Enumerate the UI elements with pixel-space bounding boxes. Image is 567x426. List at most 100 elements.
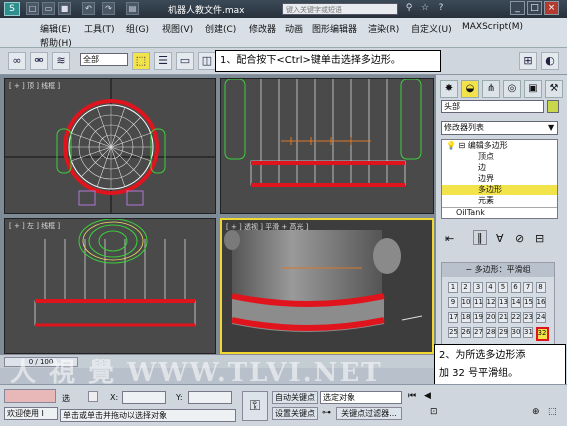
smoothing-group-button-19[interactable]: 19 [473, 312, 483, 323]
select-by-name-icon[interactable]: ☰ [154, 52, 172, 70]
maximize-button[interactable]: □ [527, 1, 542, 15]
stack-item-edge[interactable]: 边 [442, 163, 557, 173]
stack-item-element[interactable]: 元素 [442, 196, 557, 206]
x-coordinate-field[interactable] [122, 391, 166, 404]
menu-modifiers[interactable]: 修改器 [249, 22, 276, 35]
smoothing-group-button-9[interactable]: 9 [448, 297, 458, 308]
menu-create[interactable]: 创建(C) [205, 22, 236, 35]
smoothing-group-button-20[interactable]: 20 [485, 312, 496, 323]
smoothing-group-button-15[interactable]: 15 [523, 297, 533, 308]
smoothing-group-button-28[interactable]: 28 [485, 327, 496, 338]
smoothing-group-button-16[interactable]: 16 [535, 297, 546, 308]
smoothing-group-button-6[interactable]: 6 [510, 282, 521, 293]
smoothing-group-button-26[interactable]: 26 [460, 327, 471, 338]
viewport-front[interactable] [220, 78, 434, 214]
smoothing-group-button-29[interactable]: 29 [498, 327, 508, 338]
smoothing-group-button-13[interactable]: 13 [498, 297, 508, 308]
star-icon[interactable]: ☆ [418, 2, 432, 15]
smoothing-group-button-5[interactable]: 5 [498, 282, 508, 293]
maximize-viewport-icon[interactable]: ⬚ [548, 407, 560, 419]
select-object-icon[interactable]: ⬚ [132, 52, 150, 70]
smoothing-group-button-1[interactable]: 1 [448, 282, 458, 293]
remove-modifier-icon[interactable]: ⊘ [515, 232, 524, 245]
stack-item-vertex[interactable]: 顶点 [442, 152, 557, 162]
smoothing-group-button-11[interactable]: 11 [473, 297, 483, 308]
maxscript-listener[interactable] [4, 389, 56, 403]
hierarchy-tab-icon[interactable]: ⋔ [482, 80, 500, 98]
modifier-list-dropdown[interactable]: 修改器列表 [441, 121, 558, 135]
viewport-top[interactable]: [ + ] 顶 ] 线框 ] [4, 78, 216, 214]
smoothing-group-button-21[interactable]: 21 [498, 312, 508, 323]
unlink-icon[interactable]: ⚮ [30, 52, 48, 70]
rect-selection-icon[interactable]: ▭ [176, 52, 194, 70]
smoothing-group-button-18[interactable]: 18 [460, 312, 471, 323]
viewport-perspective[interactable]: [ + ] 透视 ] 平滑 + 高光 ] [220, 218, 434, 354]
make-unique-icon[interactable]: ∀ [496, 232, 504, 245]
minimize-button[interactable]: _ [510, 1, 525, 15]
smoothing-group-button-31[interactable]: 31 [523, 327, 533, 338]
stack-item-edit-poly[interactable]: 💡 ⊟ 编辑多边形 [442, 141, 557, 151]
smoothing-group-button-12[interactable]: 12 [485, 297, 496, 308]
material-editor-icon[interactable]: ◐ [541, 52, 559, 70]
selection-filter-dropdown[interactable]: 全部 [80, 53, 128, 66]
help-icon[interactable]: ? [434, 2, 448, 15]
project-folder-icon[interactable]: ▤ [126, 2, 139, 15]
menu-animation[interactable]: 动画 [285, 22, 303, 35]
select-link-icon[interactable]: ∞ [8, 52, 26, 70]
auto-key-button[interactable]: 自动关键点 [272, 391, 318, 404]
app-logo-icon[interactable]: S [4, 2, 20, 16]
open-file-icon[interactable]: ▭ [42, 2, 55, 15]
smoothing-group-button-24[interactable]: 24 [535, 312, 546, 323]
smoothing-group-button-10[interactable]: 10 [460, 297, 471, 308]
menu-group[interactable]: 组(G) [126, 22, 149, 35]
object-name-field[interactable]: 头部 [441, 100, 544, 113]
motion-tab-icon[interactable]: ◎ [503, 80, 521, 98]
smoothing-group-button-17[interactable]: 17 [448, 312, 458, 323]
smoothing-group-button-27[interactable]: 27 [473, 327, 483, 338]
menu-edit[interactable]: 编辑(E) [40, 22, 71, 35]
redo-icon[interactable]: ↷ [102, 2, 115, 15]
menu-tools[interactable]: 工具(T) [84, 22, 115, 35]
show-end-result-icon[interactable]: ‖ [473, 230, 487, 245]
bind-space-warp-icon[interactable]: ≋ [52, 52, 70, 70]
rollout-title[interactable]: − 多边形：平滑组 [442, 263, 554, 277]
smoothing-group-button-25[interactable]: 25 [448, 327, 458, 338]
key-icon[interactable]: ⚿ [242, 391, 268, 421]
menu-customize[interactable]: 自定义(U) [411, 22, 452, 35]
viewport-left[interactable]: [ + ] 左 ] 线框 ] [4, 218, 216, 354]
smoothing-group-button-23[interactable]: 23 [523, 312, 533, 323]
smoothing-group-button-22[interactable]: 22 [510, 312, 521, 323]
key-selection-dropdown[interactable]: 选定对象 [320, 391, 402, 404]
display-tab-icon[interactable]: ▣ [524, 80, 542, 98]
schematic-view-icon[interactable]: ⊞ [519, 52, 537, 70]
time-config-icon[interactable]: ⊡ [430, 407, 440, 419]
smoothing-group-button-14[interactable]: 14 [510, 297, 521, 308]
pin-stack-icon[interactable]: ⇤ [445, 232, 454, 245]
goto-start-icon[interactable]: ⏮ [408, 391, 420, 403]
save-file-icon[interactable]: ■ [58, 2, 71, 15]
stack-item-polygon[interactable]: 多边形 [442, 185, 557, 195]
set-key-button[interactable]: 设置关键点 [272, 407, 318, 420]
y-coordinate-field[interactable] [188, 391, 232, 404]
configure-sets-icon[interactable]: ⊟ [535, 232, 544, 245]
binoculars-icon[interactable]: ⚲ [402, 2, 416, 15]
search-input[interactable]: 键入关键字或短语 [282, 3, 398, 15]
undo-icon[interactable]: ↶ [82, 2, 95, 15]
stack-item-border[interactable]: 边界 [442, 174, 557, 184]
close-button[interactable]: × [544, 1, 559, 15]
create-tab-icon[interactable]: ✸ [440, 80, 458, 98]
smoothing-group-button-7[interactable]: 7 [523, 282, 533, 293]
menu-maxscript[interactable]: MAXScript(M) [462, 22, 523, 32]
new-file-icon[interactable]: □ [26, 2, 39, 15]
lock-icon[interactable] [88, 391, 98, 402]
smoothing-group-button-30[interactable]: 30 [510, 327, 521, 338]
smoothing-group-button-32[interactable]: 32 [535, 327, 549, 341]
menu-rendering[interactable]: 渲染(R) [368, 22, 399, 35]
smoothing-group-button-8[interactable]: 8 [535, 282, 546, 293]
key-filters-button[interactable]: 关键点过滤器... [336, 407, 402, 420]
smoothing-group-button-3[interactable]: 3 [473, 282, 483, 293]
prev-frame-icon[interactable]: ◀ [424, 391, 436, 403]
utilities-tab-icon[interactable]: ⚒ [545, 80, 563, 98]
menu-graph-editors[interactable]: 图形编辑器 [312, 22, 357, 35]
object-color-swatch[interactable] [547, 100, 559, 113]
